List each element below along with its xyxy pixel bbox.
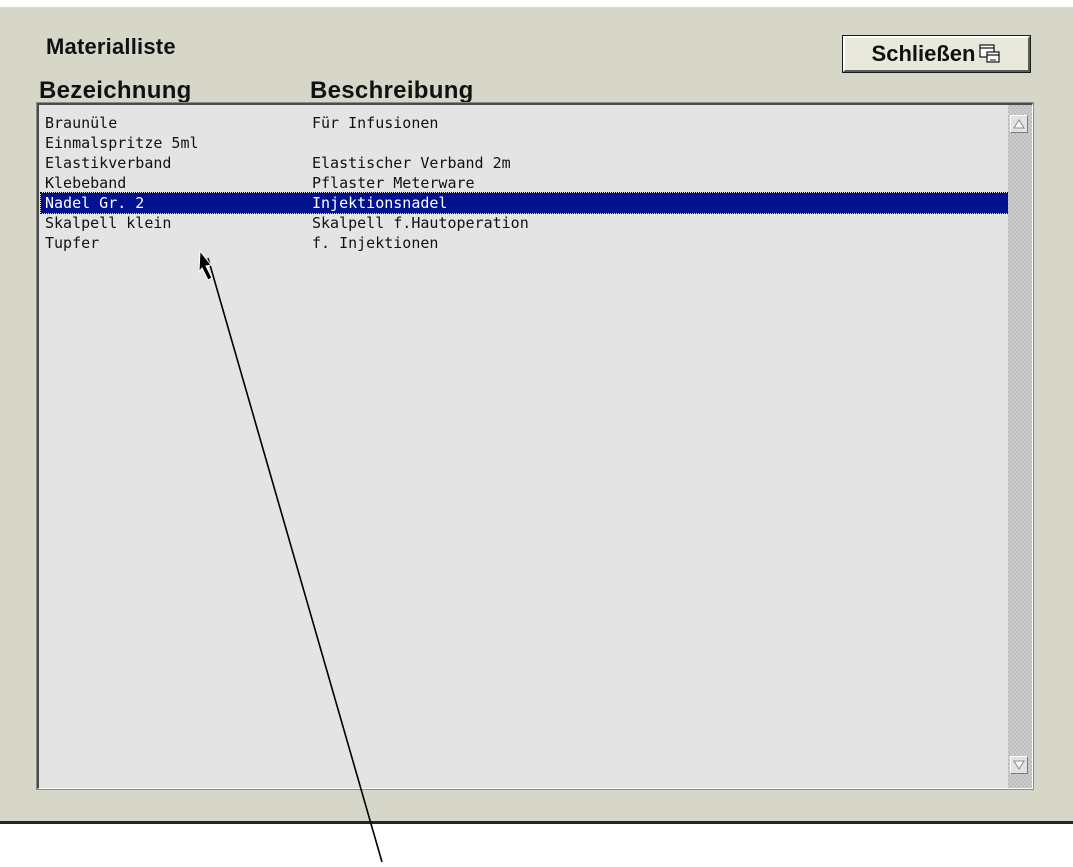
list-item[interactable]: Nadel Gr. 2 Injektionsnadel	[40, 192, 1010, 214]
screenshot-root: Materialliste Schließen Bezeichnung Besc…	[0, 0, 1073, 867]
list-item-beschreibung: f. Injektionen	[312, 234, 439, 252]
scroll-down-arrow-icon[interactable]	[1010, 756, 1028, 774]
list-item-bezeichnung: Tupfer	[45, 234, 100, 252]
list-item[interactable]: Braunüle Für Infusionen	[41, 113, 1009, 133]
scroll-up-arrow-icon[interactable]	[1010, 115, 1028, 133]
materialliste-window: Materialliste Schließen Bezeichnung Besc…	[0, 0, 1073, 824]
list-item-beschreibung: Für Infusionen	[312, 114, 439, 132]
list-item-beschreibung: Elastischer Verband 2m	[312, 154, 511, 172]
close-button[interactable]: Schließen	[842, 35, 1031, 73]
window-title: Materialliste	[46, 34, 176, 59]
list-item[interactable]: Elastikverband Elastischer Verband 2m	[41, 153, 1009, 173]
list-item[interactable]: Tupfer f. Injektionen	[41, 233, 1009, 253]
list-item[interactable]: Klebeband Pflaster Meterware	[41, 173, 1009, 193]
list-item-beschreibung: Pflaster Meterware	[312, 174, 475, 192]
vertical-scrollbar[interactable]	[1008, 105, 1032, 788]
list-item[interactable]: Skalpell klein Skalpell f.Hautoperation	[41, 213, 1009, 233]
list-item-beschreibung: Injektionsnadel	[312, 194, 448, 212]
list-item-bezeichnung: Nadel Gr. 2	[45, 194, 145, 212]
list-item-beschreibung: Skalpell f.Hautoperation	[312, 214, 529, 232]
list-item-bezeichnung: Braunüle	[45, 114, 118, 132]
list-item-bezeichnung: Klebeband	[45, 174, 127, 192]
window-close-icon	[979, 44, 1001, 64]
list-rows: Braunüle Für Infusionen Einmalspritze 5ml E…	[40, 113, 1010, 253]
list-item-bezeichnung: Skalpell klein	[45, 214, 172, 232]
column-header-bezeichnung: Bezeichnung	[39, 77, 192, 104]
column-header-beschreibung: Beschreibung	[310, 77, 474, 104]
list-item-bezeichnung: Einmalspritze 5ml	[45, 134, 199, 152]
top-border	[0, 0, 1073, 7]
close-button-label: Schließen	[871, 41, 976, 66]
list-item-bezeichnung: Elastikverband	[45, 154, 172, 172]
list-item[interactable]: Einmalspritze 5ml	[41, 133, 1009, 153]
material-listbox[interactable]: Braunüle Für Infusionen Einmalspritze 5ml E…	[36, 102, 1034, 790]
